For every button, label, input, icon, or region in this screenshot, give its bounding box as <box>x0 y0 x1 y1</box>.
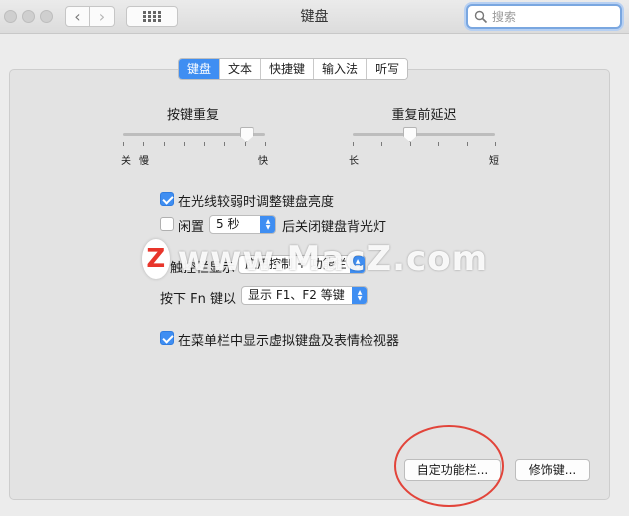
idle-duration-popup[interactable]: 5 秒 ▲ ▼ <box>209 215 276 234</box>
slider-tick <box>163 142 165 146</box>
key-repeat-fast-label: 快 <box>258 156 268 167</box>
tab-shortcuts[interactable]: 快捷键 <box>261 59 315 79</box>
tab-text[interactable]: 文本 <box>220 59 262 79</box>
settings-panel <box>9 69 610 500</box>
touchbar-shows-value: 应用控制 + 功能栏 <box>245 257 347 271</box>
popup-arrows-icon: ▲ ▼ <box>352 287 367 304</box>
key-repeat-label: 按键重复 <box>166 108 219 123</box>
fn-key-label: 按下 Fn 键以 <box>160 292 236 307</box>
search-field[interactable] <box>466 4 622 29</box>
slider-tick <box>495 142 496 146</box>
keyboard-preferences-window: ‹ › 键盘 键盘 文本 快捷键 输入法 听写 按键重复 关 慢 快 重复前延迟 <box>0 0 629 516</box>
slider-tick <box>204 142 206 146</box>
slider-tick <box>224 142 226 146</box>
delay-short-label: 短 <box>489 156 499 167</box>
slider-tick <box>183 142 185 146</box>
slider-tick <box>143 142 145 146</box>
search-input[interactable] <box>492 9 612 24</box>
search-icon <box>474 10 488 23</box>
slider-tick <box>438 142 440 146</box>
tab-input-sources[interactable]: 输入法 <box>314 59 368 79</box>
key-repeat-slow-label: 慢 <box>139 156 149 167</box>
tab-bar: 键盘 文本 快捷键 输入法 听写 <box>178 58 409 80</box>
idle-suffix-label: 后关闭键盘背光灯 <box>282 220 387 235</box>
idle-prefix-label: 闲置 <box>178 220 205 235</box>
popup-arrows-icon: ▲ ▼ <box>350 256 365 273</box>
slider-tick <box>381 142 383 146</box>
idle-duration-value: 5 秒 <box>216 217 240 231</box>
fn-key-popup[interactable]: 显示 F1、F2 等键 ▲ ▼ <box>241 286 368 305</box>
slider-tick <box>466 142 468 146</box>
tab-dictation[interactable]: 听写 <box>367 59 408 79</box>
slider-tick <box>244 142 246 146</box>
tab-keyboard[interactable]: 键盘 <box>179 59 221 79</box>
show-viewer-label: 在菜单栏中显示虚拟键盘及表情检视器 <box>178 334 400 349</box>
slider-tick <box>265 142 266 146</box>
slider-tick <box>409 142 411 146</box>
popup-arrows-icon: ▲ ▼ <box>260 216 275 233</box>
titlebar: ‹ › 键盘 <box>0 0 629 34</box>
fn-key-value: 显示 F1、F2 等键 <box>248 288 345 302</box>
delay-until-repeat-track[interactable] <box>353 133 495 136</box>
show-viewer-checkbox[interactable] <box>160 331 174 345</box>
modifier-keys-button[interactable]: 修饰键... <box>515 459 590 481</box>
slider-tick <box>123 142 124 146</box>
touchbar-shows-popup[interactable]: 应用控制 + 功能栏 ▲ ▼ <box>238 255 366 274</box>
adjust-brightness-label: 在光线较弱时调整键盘亮度 <box>178 195 335 210</box>
key-repeat-off-label: 关 <box>121 156 131 167</box>
customize-control-strip-button[interactable]: 自定功能栏... <box>404 459 501 481</box>
delay-until-repeat-label: 重复前延迟 <box>391 108 457 123</box>
adjust-brightness-checkbox[interactable] <box>160 192 174 206</box>
backlight-off-checkbox[interactable] <box>160 217 174 231</box>
touchbar-shows-label: 触控栏显示 <box>170 261 236 276</box>
slider-tick <box>353 142 354 146</box>
delay-long-label: 长 <box>349 156 359 167</box>
